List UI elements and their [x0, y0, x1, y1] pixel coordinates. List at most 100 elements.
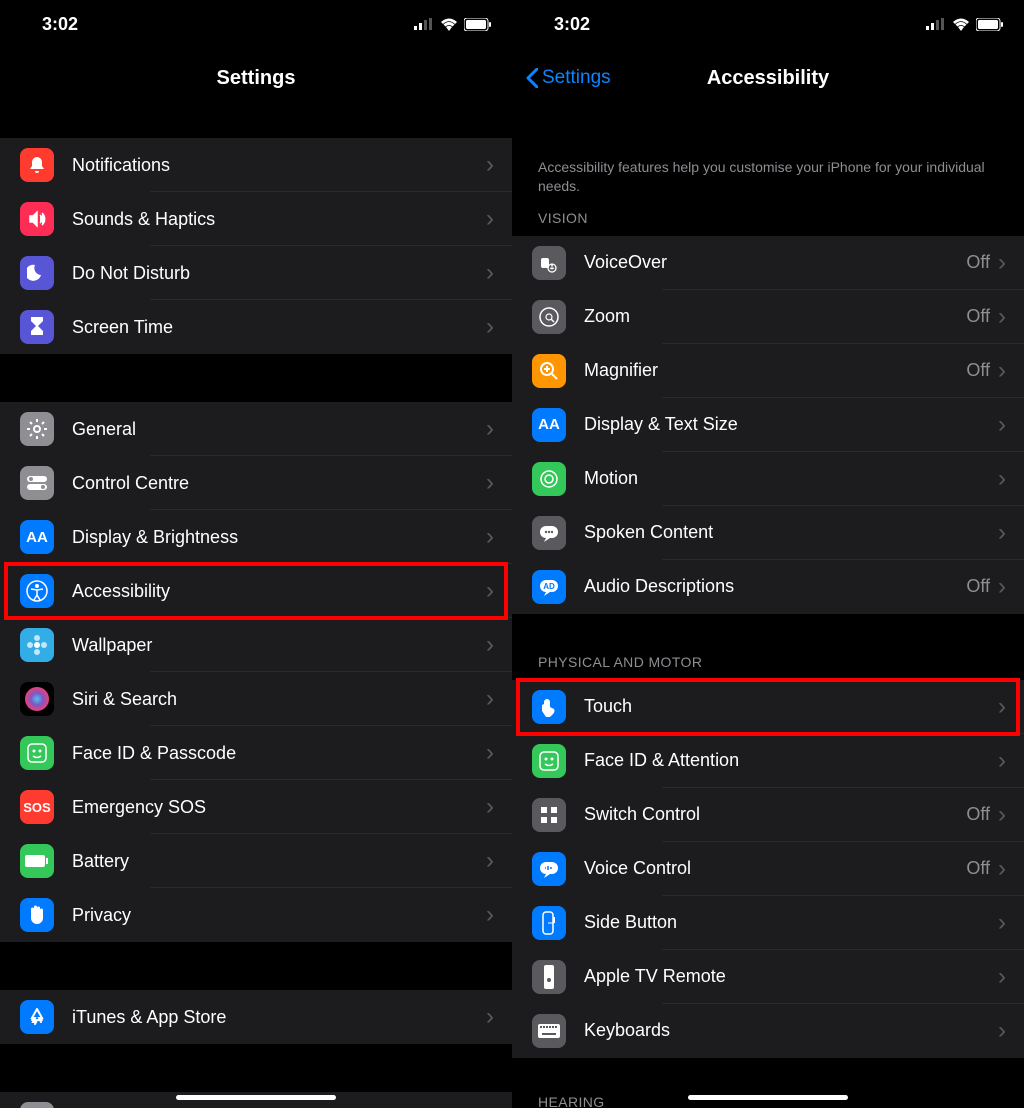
row-value: Off	[966, 306, 990, 327]
row-label: Voice Control	[584, 858, 966, 879]
motion-icon	[532, 462, 566, 496]
row-wallpaper[interactable]: Wallpaper›	[0, 618, 512, 672]
row-display-text-size[interactable]: AADisplay & Text Size›	[512, 398, 1024, 452]
row-label: Side Button	[584, 912, 998, 933]
settings-group: Touch›Face ID & Attention›Switch Control…	[512, 680, 1024, 1058]
row-label: Face ID & Passcode	[72, 743, 486, 764]
row-label: Magnifier	[584, 360, 966, 381]
row-do-not-disturb[interactable]: Do Not Disturb›	[0, 246, 512, 300]
row-label: Keyboards	[584, 1020, 998, 1041]
row-battery[interactable]: Battery›	[0, 834, 512, 888]
zoom-icon	[532, 300, 566, 334]
chevron-right-icon: ›	[486, 741, 494, 765]
chevron-right-icon: ›	[998, 359, 1006, 383]
switch-control-icon	[532, 798, 566, 832]
row-label: Motion	[584, 468, 998, 489]
chevron-right-icon: ›	[486, 525, 494, 549]
chevron-left-icon	[526, 68, 538, 88]
chevron-right-icon: ›	[998, 413, 1006, 437]
row-keyboards[interactable]: Keyboards›	[512, 1004, 1024, 1058]
row-screen-time[interactable]: Screen Time›	[0, 300, 512, 354]
chevron-right-icon: ›	[486, 849, 494, 873]
settings-group: VoiceOverOff›ZoomOff›MagnifierOff›AADisp…	[512, 236, 1024, 614]
row-voice-control[interactable]: Voice ControlOff›	[512, 842, 1024, 896]
row-general[interactable]: General›	[0, 402, 512, 456]
svg-text:AD: AD	[543, 582, 555, 591]
row-label: iTunes & App Store	[72, 1007, 486, 1028]
nav-bar: Settings	[0, 48, 512, 108]
row-face-id-attention[interactable]: Face ID & Attention›	[512, 734, 1024, 788]
row-audio-descriptions[interactable]: AD Audio DescriptionsOff ›	[512, 560, 1024, 614]
row-itunes-app-store[interactable]: iTunes & App Store›	[0, 990, 512, 1044]
chevron-right-icon: ›	[486, 417, 494, 441]
chevron-right-icon: ›	[486, 315, 494, 339]
settings-group: iTunes & App Store›	[0, 990, 512, 1044]
chevron-right-icon: ›	[998, 695, 1006, 719]
row-privacy[interactable]: Privacy›	[0, 888, 512, 942]
battery-icon	[464, 18, 492, 31]
chevron-right-icon: ›	[486, 261, 494, 285]
row-motion[interactable]: Motion›	[512, 452, 1024, 506]
voiceover-icon	[532, 246, 566, 280]
time: 3:02	[42, 14, 78, 35]
row-sounds-haptics[interactable]: Sounds & Haptics›	[0, 192, 512, 246]
row-notifications[interactable]: Notifications›	[0, 138, 512, 192]
row-label: Wallpaper	[72, 635, 486, 656]
row-accessibility[interactable]: Accessibility›	[0, 564, 512, 618]
display-text-size-icon: AA	[532, 408, 566, 442]
section-header: PHYSICAL AND MOTOR	[512, 654, 1024, 680]
status-indicators	[414, 18, 492, 31]
status-bar: 3:02	[0, 0, 512, 48]
row-label: Touch	[584, 696, 998, 717]
row-label: Apple TV Remote	[584, 966, 998, 987]
touch-icon	[532, 690, 566, 724]
side-button-icon	[532, 906, 566, 940]
row-side-button[interactable]: Side Button›	[512, 896, 1024, 950]
apple-tv-remote-icon	[532, 960, 566, 994]
row-value: Off	[966, 804, 990, 825]
battery-icon	[976, 18, 1004, 31]
row-label: Face ID & Attention	[584, 750, 998, 771]
row-control-centre[interactable]: Control Centre›	[0, 456, 512, 510]
row-display-brightness[interactable]: AADisplay & Brightness›	[0, 510, 512, 564]
section-header: VISION	[512, 210, 1024, 236]
back-button[interactable]: Settings	[526, 67, 611, 89]
row-label: Notifications	[72, 155, 486, 176]
row-label: Sounds & Haptics	[72, 209, 486, 230]
row-apple-tv-remote[interactable]: Apple TV Remote›	[512, 950, 1024, 1004]
row-value: Off	[966, 858, 990, 879]
row-emergency-sos[interactable]: SOSEmergency SOS›	[0, 780, 512, 834]
chevron-right-icon: ›	[998, 575, 1006, 599]
status-bar: 3:02	[512, 0, 1024, 48]
wifi-icon	[440, 18, 458, 31]
cellular-icon	[926, 18, 946, 30]
row-face-id-passcode[interactable]: Face ID & Passcode›	[0, 726, 512, 780]
home-indicator[interactable]	[176, 1095, 336, 1100]
chevron-right-icon: ›	[998, 521, 1006, 545]
control-centre-icon	[20, 466, 54, 500]
row-switch-control[interactable]: Switch ControlOff›	[512, 788, 1024, 842]
passwords-accounts-icon	[20, 1102, 54, 1108]
keyboards-icon	[532, 1014, 566, 1048]
row-magnifier[interactable]: MagnifierOff›	[512, 344, 1024, 398]
row-touch[interactable]: Touch›	[512, 680, 1024, 734]
settings-group: General›Control Centre›AADisplay & Brigh…	[0, 402, 512, 942]
magnifier-icon	[532, 354, 566, 388]
row-label: Audio Descriptions	[584, 576, 966, 597]
row-spoken-content[interactable]: Spoken Content›	[512, 506, 1024, 560]
row-siri-search[interactable]: Siri & Search›	[0, 672, 512, 726]
chevron-right-icon: ›	[486, 579, 494, 603]
row-label: Siri & Search	[72, 689, 486, 710]
chevron-right-icon: ›	[998, 1019, 1006, 1043]
chevron-right-icon: ›	[998, 305, 1006, 329]
row-zoom[interactable]: ZoomOff›	[512, 290, 1024, 344]
row-voiceover[interactable]: VoiceOverOff›	[512, 236, 1024, 290]
page-title: Settings	[217, 67, 296, 90]
row-value: Off	[966, 576, 990, 597]
accessibility-icon	[20, 574, 54, 608]
chevron-right-icon: ›	[486, 633, 494, 657]
notifications-icon	[20, 148, 54, 182]
sounds-haptics-icon	[20, 202, 54, 236]
row-label: Battery	[72, 851, 486, 872]
home-indicator[interactable]	[688, 1095, 848, 1100]
